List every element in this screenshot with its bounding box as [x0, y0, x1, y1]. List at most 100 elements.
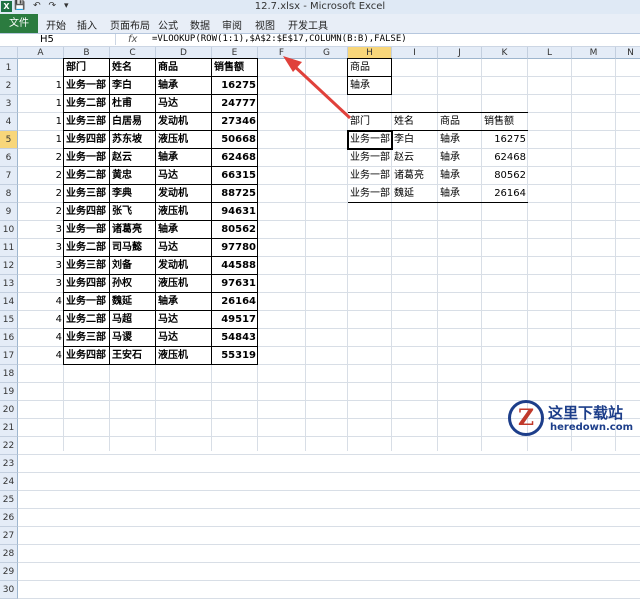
row-header-7[interactable]: 7: [0, 167, 18, 185]
spreadsheet-grid[interactable]: A B C D E F G H I J K L M N 1 2 3 4 5 6 7 8 9 10 11 12 13 14 15 16 17 1…: [0, 47, 640, 599]
table-line: [64, 310, 258, 311]
group-index-cell[interactable]: 2: [18, 185, 64, 203]
result-sales-cell[interactable]: 62468: [482, 149, 528, 167]
row-header-9[interactable]: 9: [0, 203, 18, 221]
group-index-cell[interactable]: 2: [18, 167, 64, 185]
column-header-f[interactable]: F: [258, 47, 306, 59]
group-index-cell[interactable]: 3: [18, 221, 64, 239]
table-line: [64, 292, 258, 293]
group-index-cell[interactable]: 3: [18, 257, 64, 275]
row-header-23[interactable]: 23: [0, 455, 18, 473]
column-header-j[interactable]: J: [438, 47, 482, 59]
result-product-cell[interactable]: 轴承: [438, 167, 482, 185]
row-header-13[interactable]: 13: [0, 275, 18, 293]
row-header-17[interactable]: 17: [0, 347, 18, 365]
row-header-28[interactable]: 28: [0, 545, 18, 563]
column-header-n[interactable]: N: [616, 47, 640, 59]
select-all-corner[interactable]: [0, 47, 18, 59]
tab-file[interactable]: 文件: [0, 14, 38, 33]
group-index-cell[interactable]: 4: [18, 293, 64, 311]
row-header-21[interactable]: 21: [0, 419, 18, 437]
result-dept-cell[interactable]: 业务一部: [348, 167, 392, 185]
row-header-22[interactable]: 22: [0, 437, 18, 455]
row-header-30[interactable]: 30: [0, 581, 18, 599]
group-index-cell[interactable]: 4: [18, 329, 64, 347]
group-index-cell[interactable]: 3: [18, 275, 64, 293]
row-header-12[interactable]: 12: [0, 257, 18, 275]
tab-formulas[interactable]: 公式: [158, 17, 178, 32]
tab-developer[interactable]: 开发工具: [288, 17, 328, 32]
group-index-cell[interactable]: 2: [18, 203, 64, 221]
row-header-5[interactable]: 5: [0, 131, 18, 149]
group-index-cell[interactable]: 3: [18, 239, 64, 257]
row-header-4[interactable]: 4: [0, 113, 18, 131]
result-header-cell[interactable]: 姓名: [392, 113, 438, 131]
column-header-k[interactable]: K: [482, 47, 528, 59]
row-header-27[interactable]: 27: [0, 527, 18, 545]
row-header-16[interactable]: 16: [0, 329, 18, 347]
row-header-14[interactable]: 14: [0, 293, 18, 311]
result-dept-cell[interactable]: 业务一部: [348, 149, 392, 167]
tab-view[interactable]: 视图: [255, 17, 275, 32]
row-header-26[interactable]: 26: [0, 509, 18, 527]
tab-page-layout[interactable]: 页面布局: [110, 17, 150, 32]
column-header-l[interactable]: L: [528, 47, 572, 59]
result-table-top-line: [348, 112, 528, 113]
row-header-20[interactable]: 20: [0, 401, 18, 419]
row-header-10[interactable]: 10: [0, 221, 18, 239]
result-name-cell[interactable]: 李白: [392, 131, 438, 149]
row-header-24[interactable]: 24: [0, 473, 18, 491]
gridline: [18, 472, 640, 473]
row-header-19[interactable]: 19: [0, 383, 18, 401]
result-header-cell[interactable]: 商品: [438, 113, 482, 131]
gridline: [18, 526, 640, 527]
group-index-cell[interactable]: 4: [18, 347, 64, 365]
group-index-cell[interactable]: 2: [18, 149, 64, 167]
result-name-cell[interactable]: 诸葛亮: [392, 167, 438, 185]
row-header-15[interactable]: 15: [0, 311, 18, 329]
result-product-cell[interactable]: 轴承: [438, 149, 482, 167]
tab-data[interactable]: 数据: [190, 17, 210, 32]
row-header-2[interactable]: 2: [0, 77, 18, 95]
row-header-25[interactable]: 25: [0, 491, 18, 509]
formula-input[interactable]: =VLOOKUP(ROW(1:1),$A$2:$E$17,COLUMN(B:B)…: [152, 34, 407, 45]
row-header-1[interactable]: 1: [0, 59, 18, 77]
result-header-cell[interactable]: 部门: [348, 113, 392, 131]
row-header-11[interactable]: 11: [0, 239, 18, 257]
group-index-cell[interactable]: 4: [18, 311, 64, 329]
table-line: [64, 256, 258, 257]
row-header-8[interactable]: 8: [0, 185, 18, 203]
table-line: [64, 94, 258, 95]
result-sales-cell[interactable]: 16275: [482, 131, 528, 149]
tab-home[interactable]: 开始: [46, 17, 66, 32]
row-header-6[interactable]: 6: [0, 149, 18, 167]
active-cell-outline[interactable]: [347, 130, 393, 150]
group-index-cell[interactable]: 1: [18, 77, 64, 95]
table-line: [64, 148, 258, 149]
result-header-cell[interactable]: 销售额: [482, 113, 528, 131]
fx-icon[interactable]: fx: [128, 34, 137, 45]
result-sales-cell[interactable]: 26164: [482, 185, 528, 203]
result-sales-cell[interactable]: 80562: [482, 167, 528, 185]
group-index-cell[interactable]: 1: [18, 131, 64, 149]
group-index-cell[interactable]: 1: [18, 95, 64, 113]
table-line: [155, 59, 156, 365]
result-product-cell[interactable]: 轴承: [438, 131, 482, 149]
table-line: [64, 184, 258, 185]
name-box[interactable]: H5: [0, 34, 116, 45]
column-header-m[interactable]: M: [572, 47, 616, 59]
tab-insert[interactable]: 插入: [77, 17, 97, 32]
column-header-g[interactable]: G: [306, 47, 348, 59]
result-dept-cell[interactable]: 业务一部: [348, 185, 392, 203]
group-index-cell[interactable]: 1: [18, 113, 64, 131]
row-header-3[interactable]: 3: [0, 95, 18, 113]
row-header-29[interactable]: 29: [0, 563, 18, 581]
result-name-cell[interactable]: 魏延: [392, 185, 438, 203]
title-bar: X 💾 ↶ ↷ ▾ 12.7.xlsx - Microsoft Excel: [0, 0, 640, 14]
row-header-18[interactable]: 18: [0, 365, 18, 383]
result-name-cell[interactable]: 赵云: [392, 149, 438, 167]
result-product-cell[interactable]: 轴承: [438, 185, 482, 203]
column-header-a[interactable]: A: [18, 47, 64, 59]
tab-review[interactable]: 审阅: [222, 17, 242, 32]
column-header-i[interactable]: I: [392, 47, 438, 59]
